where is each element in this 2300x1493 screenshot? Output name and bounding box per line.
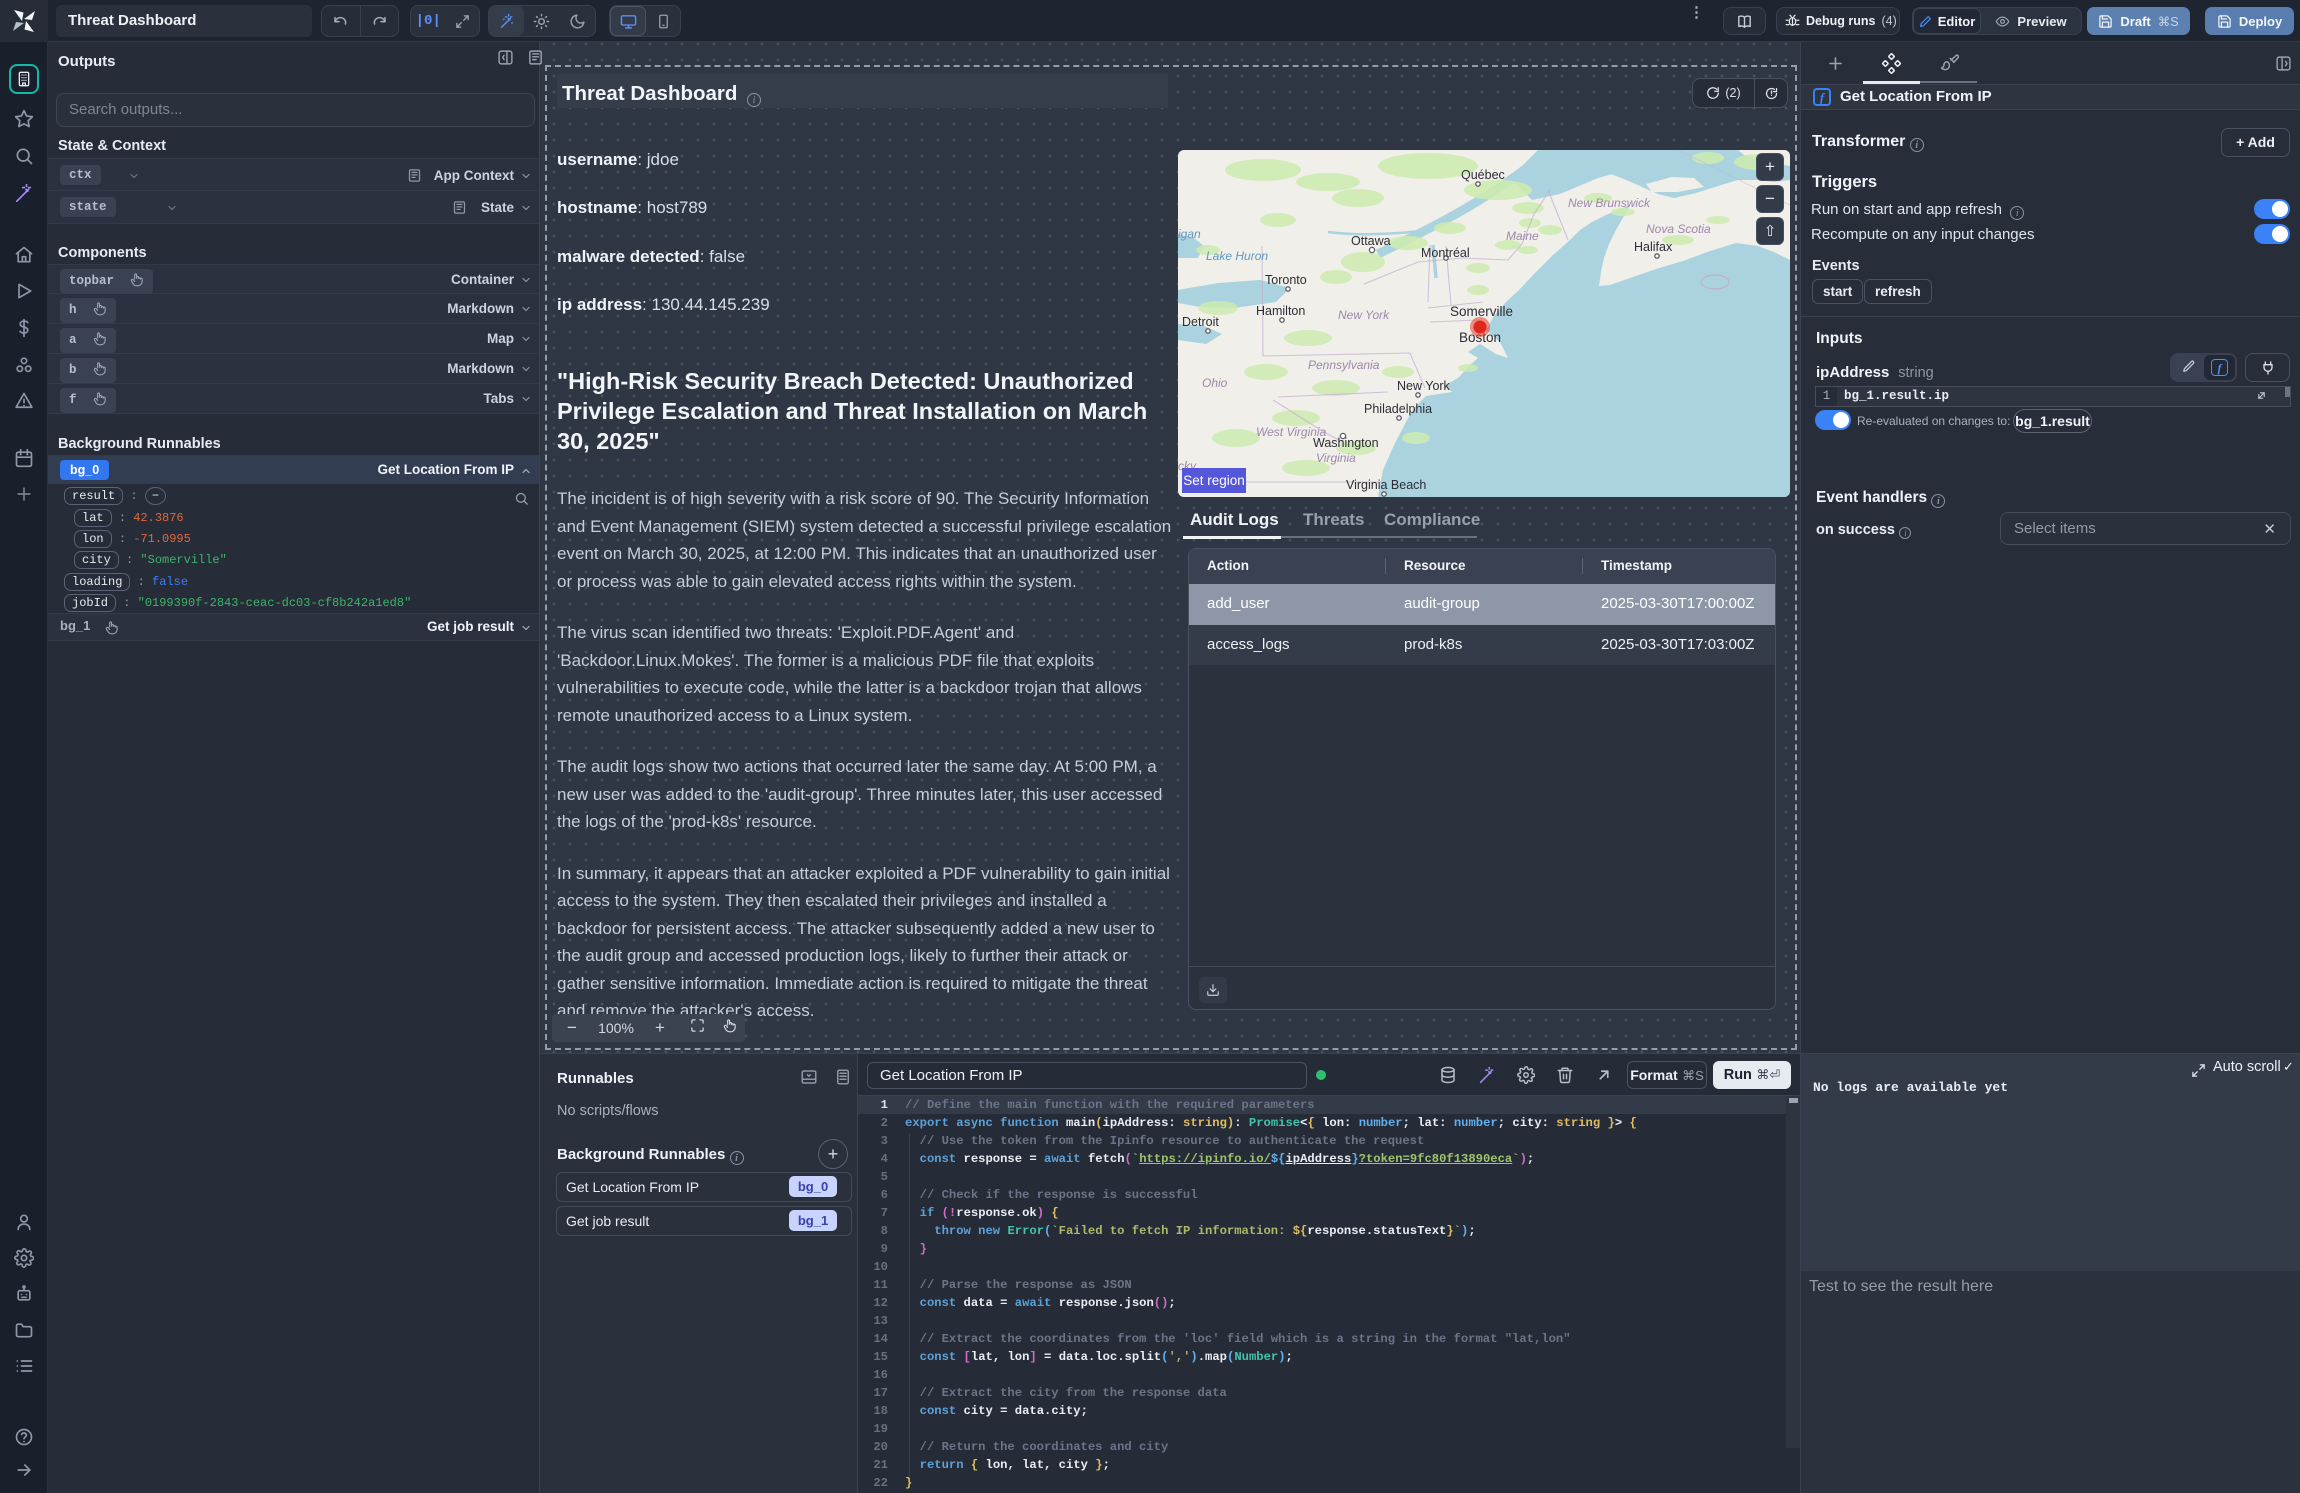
svg-text:Maine: Maine [1506,229,1539,243]
svg-text:Virginia: Virginia [1316,451,1356,465]
svg-text:Québec: Québec [1461,168,1505,182]
svg-text:Lake Huron: Lake Huron [1206,249,1268,263]
svg-text:Philadelphia: Philadelphia [1364,402,1432,416]
svg-text:Virginia Beach: Virginia Beach [1346,478,1426,492]
svg-text:Nova Scotia: Nova Scotia [1646,222,1711,236]
svg-text:Detroit: Detroit [1182,315,1219,329]
svg-text:New York: New York [1338,308,1390,322]
svg-text:Toronto: Toronto [1265,273,1307,287]
svg-text:New Brunswick: New Brunswick [1568,196,1651,210]
svg-text:West Virginia: West Virginia [1256,425,1327,439]
svg-text:Hamilton: Hamilton [1256,304,1305,318]
svg-text:Halifax: Halifax [1634,240,1673,254]
svg-text:Ottawa: Ottawa [1351,234,1391,248]
svg-text:Somerville: Somerville [1450,304,1513,319]
svg-text:New York: New York [1397,379,1451,393]
svg-text:Montréal: Montréal [1421,246,1470,260]
svg-text:Ohio: Ohio [1202,376,1228,390]
svg-text:igan: igan [1178,227,1201,241]
svg-text:Pennsylvania: Pennsylvania [1308,358,1380,372]
